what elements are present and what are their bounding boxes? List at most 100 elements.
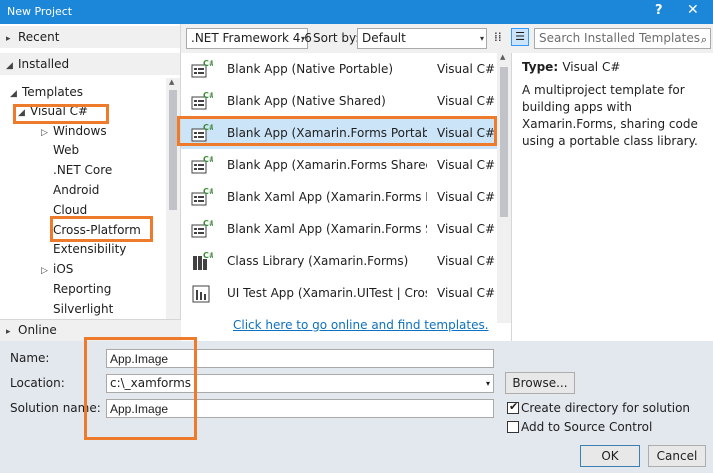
description-text: A multiproject template for building app… bbox=[522, 83, 698, 148]
source-control-label: Add to Source Control bbox=[521, 420, 653, 434]
chevron-down-icon: ▾ bbox=[479, 34, 484, 43]
tree-installed[interactable]: ◢ Installed bbox=[0, 53, 180, 75]
filter-bar: .NET Framework 4.6 ▾ Sort by: Default ▾ … bbox=[181, 24, 713, 53]
scroll-up-icon[interactable]: ▲ bbox=[500, 53, 505, 61]
list-view-icon[interactable]: ☰ bbox=[511, 28, 529, 46]
svg-text:C#: C# bbox=[203, 251, 213, 260]
template-name: Blank App (Xamarin.Forms Shared) bbox=[227, 158, 427, 172]
tree-scrollbar[interactable]: ▲ bbox=[166, 78, 180, 319]
solution-name-input[interactable] bbox=[106, 399, 494, 418]
solution-name-label: Solution name: bbox=[10, 401, 101, 415]
tree-item-android[interactable]: Android bbox=[53, 181, 99, 200]
tree-item-label: iOS bbox=[53, 262, 74, 276]
ok-button[interactable]: OK bbox=[580, 445, 640, 467]
chevron-right-icon: ▷ bbox=[41, 266, 48, 276]
description-type-label: Type: bbox=[522, 60, 559, 74]
scroll-up-icon[interactable]: ▲ bbox=[169, 78, 174, 86]
online-templates-link[interactable]: Click here to go online and find templat… bbox=[233, 318, 489, 332]
framework-dropdown[interactable]: .NET Framework 4.6 ▾ bbox=[186, 28, 312, 49]
template-row[interactable]: C# Class Library (Xamarin.Forms) Visual C# bbox=[181, 245, 497, 277]
search-placeholder: Search Installed Templates bbox=[539, 31, 700, 45]
template-row[interactable]: C# Blank App (Native Portable) Visual C# bbox=[181, 53, 497, 85]
csharp-app-icon: C# bbox=[191, 91, 216, 111]
browse-button[interactable]: Browse... bbox=[505, 372, 575, 394]
svg-text:C#: C# bbox=[203, 219, 213, 228]
ui-test-icon bbox=[191, 283, 213, 303]
template-language: Visual C# bbox=[437, 126, 496, 140]
close-button[interactable]: ✕ bbox=[687, 2, 699, 18]
csharp-library-icon: C# bbox=[191, 251, 216, 271]
tree-templates-label: Templates bbox=[22, 85, 84, 99]
template-row[interactable]: UI Test App (Xamarin.UITest | Cross-P… Vi… bbox=[181, 277, 497, 309]
cancel-button[interactable]: Cancel bbox=[648, 445, 706, 467]
tree-item-windows[interactable]: ▷ Windows bbox=[41, 122, 107, 141]
location-value: c:\_xamforms bbox=[110, 376, 192, 390]
tree-recent[interactable]: ▸ Recent bbox=[0, 26, 180, 48]
window-title: New Project bbox=[7, 5, 73, 18]
tree-item-label: Windows bbox=[53, 124, 107, 138]
template-language: Visual C# bbox=[437, 286, 496, 300]
source-control-checkbox[interactable] bbox=[507, 421, 519, 433]
tree-item-cross-platform[interactable]: Cross-Platform bbox=[53, 221, 141, 240]
template-row[interactable]: C# Blank App (Native Shared) Visual C# bbox=[181, 85, 497, 117]
tree-item-cloud[interactable]: Cloud bbox=[53, 201, 87, 220]
sort-value: Default bbox=[362, 31, 406, 45]
tree-item-silverlight[interactable]: Silverlight bbox=[53, 300, 113, 319]
template-list: C#Blank App (Native Portable)Visual C#C#… bbox=[181, 53, 512, 341]
template-language: Visual C# bbox=[437, 62, 496, 76]
template-description: Type: Visual C# A multiproject template … bbox=[512, 53, 713, 341]
csharp-app-icon: C# bbox=[191, 219, 216, 239]
template-list-scrollbar[interactable]: ▲ bbox=[497, 53, 511, 323]
tree-visual-csharp[interactable]: ◢ Visual C# bbox=[18, 102, 88, 121]
template-language: Visual C# bbox=[437, 222, 496, 236]
template-name: UI Test App (Xamarin.UITest | Cross-P… bbox=[227, 286, 427, 300]
chevron-right-icon: ▸ bbox=[6, 34, 11, 44]
sort-dropdown[interactable]: Default ▾ bbox=[357, 28, 487, 49]
svg-text:C#: C# bbox=[203, 155, 213, 164]
name-label: Name: bbox=[10, 351, 50, 365]
chevron-down-icon: ▾ bbox=[485, 379, 490, 388]
template-language: Visual C# bbox=[437, 94, 496, 108]
template-row[interactable]: C# Blank App (Xamarin.Forms Shared) Visual… bbox=[181, 149, 497, 181]
template-row[interactable]: C# Blank App (Xamarin.Forms Portable) Visu… bbox=[181, 117, 497, 149]
description-type-value: Visual C# bbox=[562, 60, 621, 74]
title-bar: New Project ? ✕ bbox=[0, 0, 713, 24]
help-button[interactable]: ? bbox=[655, 3, 663, 18]
search-input[interactable]: Search Installed Templates ⌕ bbox=[534, 28, 711, 49]
chevron-down-icon: ◢ bbox=[18, 108, 25, 118]
tree-online[interactable]: ▸ Online bbox=[0, 319, 181, 341]
location-dropdown[interactable]: c:\_xamforms ▾ bbox=[106, 374, 494, 393]
template-name: Blank App (Native Portable) bbox=[227, 62, 394, 76]
tree-item-extensibility[interactable]: Extensibility bbox=[53, 240, 126, 259]
template-name: Blank Xaml App (Xamarin.Forms Sha… bbox=[227, 222, 427, 236]
template-row[interactable]: C# Blank Xaml App (Xamarin.Forms Port… Vis… bbox=[181, 181, 497, 213]
template-language: Visual C# bbox=[437, 158, 496, 172]
name-input[interactable] bbox=[106, 349, 494, 368]
create-directory-checkbox[interactable]: ✔ bbox=[507, 400, 519, 414]
scroll-thumb[interactable] bbox=[500, 67, 508, 217]
template-language: Visual C# bbox=[437, 254, 496, 268]
framework-value: .NET Framework 4.6 bbox=[191, 31, 312, 45]
template-row[interactable]: C# Blank Xaml App (Xamarin.Forms Sha… Visu… bbox=[181, 213, 497, 245]
template-name: Blank Xaml App (Xamarin.Forms Port… bbox=[227, 190, 427, 204]
template-name: Blank App (Xamarin.Forms Portable) bbox=[227, 126, 427, 140]
chevron-right-icon: ▷ bbox=[41, 128, 48, 138]
template-language: Visual C# bbox=[437, 190, 496, 204]
location-label: Location: bbox=[10, 376, 65, 390]
tree-item-reporting[interactable]: Reporting bbox=[53, 280, 111, 299]
tree-item-ios[interactable]: ▷ iOS bbox=[41, 260, 73, 279]
description-type: Type: Visual C# bbox=[522, 60, 705, 74]
small-icons-view-icon[interactable]: ⁞⁞ bbox=[494, 30, 502, 44]
tree-item-dotnet-core[interactable]: .NET Core bbox=[53, 161, 112, 180]
svg-text:C#: C# bbox=[203, 91, 213, 100]
svg-text:C#: C# bbox=[203, 123, 213, 132]
project-form: Name: Location: c:\_xamforms ▾ Browse...… bbox=[0, 341, 713, 473]
tree-installed-label: Installed bbox=[18, 57, 70, 71]
tree-templates[interactable]: ◢ Templates bbox=[10, 83, 83, 102]
tree-item-web[interactable]: Web bbox=[53, 141, 79, 160]
template-tree: ▸ Recent ◢ Installed ◢ Templates ◢ Visual C#… bbox=[0, 24, 181, 319]
scroll-thumb[interactable] bbox=[169, 90, 177, 210]
csharp-app-icon: C# bbox=[191, 59, 216, 79]
chevron-down-icon: ▾ bbox=[300, 34, 305, 43]
csharp-app-icon: C# bbox=[191, 187, 216, 207]
